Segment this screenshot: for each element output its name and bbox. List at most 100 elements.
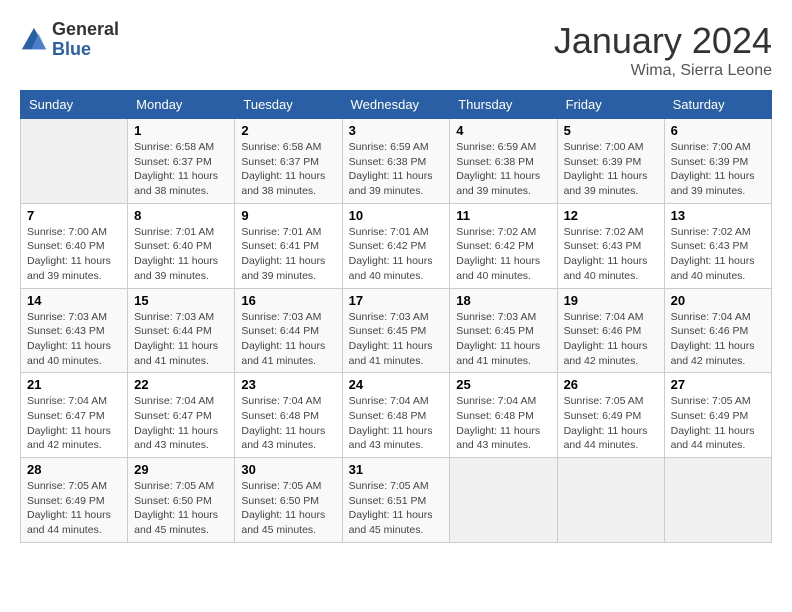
day-number: 24 (349, 377, 444, 392)
calendar-cell: 15 Sunrise: 7:03 AM Sunset: 6:44 PM Dayli… (128, 288, 235, 373)
day-number: 16 (241, 293, 335, 308)
day-info: Sunrise: 7:03 AM Sunset: 6:44 PM Dayligh… (134, 310, 228, 369)
day-number: 5 (564, 123, 658, 138)
day-number: 1 (134, 123, 228, 138)
logo-icon (20, 26, 48, 54)
logo-blue-text: Blue (52, 39, 91, 59)
day-number: 29 (134, 462, 228, 477)
day-info: Sunrise: 7:02 AM Sunset: 6:43 PM Dayligh… (564, 225, 658, 284)
day-number: 7 (27, 208, 121, 223)
calendar-cell: 9Sunrise: 7:01 AM Sunset: 6:41 PM Daylig… (235, 203, 342, 288)
calendar-header-row: SundayMondayTuesdayWednesdayThursdayFrid… (21, 91, 772, 119)
day-of-week-header: Tuesday (235, 91, 342, 119)
day-info: Sunrise: 7:04 AM Sunset: 6:47 PM Dayligh… (134, 394, 228, 453)
calendar-cell: 7 Sunrise: 7:00 AM Sunset: 6:40 PM Daylig… (21, 203, 128, 288)
day-number: 18 (456, 293, 550, 308)
calendar-week-row: 21 Sunrise: 7:04 AM Sunset: 6:47 PM Dayli… (21, 373, 772, 458)
calendar-cell: 3Sunrise: 6:59 AM Sunset: 6:38 PM Daylig… (342, 119, 450, 204)
day-number: 28 (27, 462, 121, 477)
day-number: 13 (671, 208, 765, 223)
day-info: Sunrise: 7:05 AM Sunset: 6:49 PM Dayligh… (27, 479, 121, 538)
calendar-cell: 26 Sunrise: 7:05 AM Sunset: 6:49 PM Dayli… (557, 373, 664, 458)
day-of-week-header: Sunday (21, 91, 128, 119)
page-header: General Blue January 2024 Wima, Sierra L… (20, 20, 772, 80)
day-info: Sunrise: 7:04 AM Sunset: 6:47 PM Dayligh… (27, 394, 121, 453)
day-number: 12 (564, 208, 658, 223)
day-number: 25 (456, 377, 550, 392)
calendar-table: SundayMondayTuesdayWednesdayThursdayFrid… (20, 90, 772, 543)
calendar-cell (664, 458, 771, 543)
calendar-cell (450, 458, 557, 543)
day-info: Sunrise: 6:58 AM Sunset: 6:37 PM Dayligh… (134, 140, 228, 199)
day-number: 20 (671, 293, 765, 308)
logo: General Blue (20, 20, 119, 60)
day-number: 26 (564, 377, 658, 392)
day-number: 9 (241, 208, 335, 223)
day-info: Sunrise: 7:03 AM Sunset: 6:45 PM Dayligh… (456, 310, 550, 369)
day-info: Sunrise: 7:05 AM Sunset: 6:49 PM Dayligh… (671, 394, 765, 453)
day-info: Sunrise: 7:05 AM Sunset: 6:51 PM Dayligh… (349, 479, 444, 538)
day-info: Sunrise: 6:59 AM Sunset: 6:38 PM Dayligh… (349, 140, 444, 199)
calendar-cell: 1 Sunrise: 6:58 AM Sunset: 6:37 PM Daylig… (128, 119, 235, 204)
calendar-week-row: 14Sunrise: 7:03 AM Sunset: 6:43 PM Dayli… (21, 288, 772, 373)
calendar-cell: 20 Sunrise: 7:04 AM Sunset: 6:46 PM Dayli… (664, 288, 771, 373)
day-info: Sunrise: 7:05 AM Sunset: 6:49 PM Dayligh… (564, 394, 658, 453)
day-info: Sunrise: 7:03 AM Sunset: 6:44 PM Dayligh… (241, 310, 335, 369)
day-info: Sunrise: 7:00 AM Sunset: 6:40 PM Dayligh… (27, 225, 121, 284)
day-of-week-header: Monday (128, 91, 235, 119)
day-info: Sunrise: 7:04 AM Sunset: 6:46 PM Dayligh… (564, 310, 658, 369)
day-number: 27 (671, 377, 765, 392)
calendar-cell: 21 Sunrise: 7:04 AM Sunset: 6:47 PM Dayli… (21, 373, 128, 458)
day-number: 21 (27, 377, 121, 392)
calendar-cell: 8 Sunrise: 7:01 AM Sunset: 6:40 PM Daylig… (128, 203, 235, 288)
day-number: 30 (241, 462, 335, 477)
calendar-week-row: 1 Sunrise: 6:58 AM Sunset: 6:37 PM Daylig… (21, 119, 772, 204)
day-info: Sunrise: 7:00 AM Sunset: 6:39 PM Dayligh… (671, 140, 765, 199)
calendar-cell: 6 Sunrise: 7:00 AM Sunset: 6:39 PM Daylig… (664, 119, 771, 204)
day-number: 23 (241, 377, 335, 392)
calendar-week-row: 7 Sunrise: 7:00 AM Sunset: 6:40 PM Daylig… (21, 203, 772, 288)
day-of-week-header: Wednesday (342, 91, 450, 119)
day-number: 2 (241, 123, 335, 138)
day-number: 19 (564, 293, 658, 308)
day-of-week-header: Saturday (664, 91, 771, 119)
day-number: 17 (349, 293, 444, 308)
calendar-cell: 14Sunrise: 7:03 AM Sunset: 6:43 PM Dayli… (21, 288, 128, 373)
day-info: Sunrise: 7:03 AM Sunset: 6:45 PM Dayligh… (349, 310, 444, 369)
day-number: 8 (134, 208, 228, 223)
day-info: Sunrise: 6:58 AM Sunset: 6:37 PM Dayligh… (241, 140, 335, 199)
day-number: 10 (349, 208, 444, 223)
calendar-cell: 11Sunrise: 7:02 AM Sunset: 6:42 PM Dayli… (450, 203, 557, 288)
day-info: Sunrise: 7:05 AM Sunset: 6:50 PM Dayligh… (241, 479, 335, 538)
calendar-cell: 17 Sunrise: 7:03 AM Sunset: 6:45 PM Dayli… (342, 288, 450, 373)
calendar-cell: 19 Sunrise: 7:04 AM Sunset: 6:46 PM Dayli… (557, 288, 664, 373)
calendar-cell: 23 Sunrise: 7:04 AM Sunset: 6:48 PM Dayli… (235, 373, 342, 458)
calendar-cell: 27 Sunrise: 7:05 AM Sunset: 6:49 PM Dayli… (664, 373, 771, 458)
day-of-week-header: Friday (557, 91, 664, 119)
day-number: 4 (456, 123, 550, 138)
calendar-cell: 16 Sunrise: 7:03 AM Sunset: 6:44 PM Dayli… (235, 288, 342, 373)
calendar-cell: 29 Sunrise: 7:05 AM Sunset: 6:50 PM Dayli… (128, 458, 235, 543)
day-of-week-header: Thursday (450, 91, 557, 119)
day-info: Sunrise: 7:05 AM Sunset: 6:50 PM Dayligh… (134, 479, 228, 538)
calendar-week-row: 28 Sunrise: 7:05 AM Sunset: 6:49 PM Dayli… (21, 458, 772, 543)
day-info: Sunrise: 7:01 AM Sunset: 6:40 PM Dayligh… (134, 225, 228, 284)
day-number: 15 (134, 293, 228, 308)
day-number: 6 (671, 123, 765, 138)
calendar-cell: 10 Sunrise: 7:01 AM Sunset: 6:42 PM Dayli… (342, 203, 450, 288)
calendar-cell: 24Sunrise: 7:04 AM Sunset: 6:48 PM Dayli… (342, 373, 450, 458)
day-info: Sunrise: 7:02 AM Sunset: 6:43 PM Dayligh… (671, 225, 765, 284)
day-info: Sunrise: 7:04 AM Sunset: 6:48 PM Dayligh… (456, 394, 550, 453)
location-title: Wima, Sierra Leone (554, 62, 772, 80)
day-info: Sunrise: 6:59 AM Sunset: 6:38 PM Dayligh… (456, 140, 550, 199)
calendar-cell: 25 Sunrise: 7:04 AM Sunset: 6:48 PM Dayli… (450, 373, 557, 458)
day-info: Sunrise: 7:00 AM Sunset: 6:39 PM Dayligh… (564, 140, 658, 199)
calendar-cell: 31Sunrise: 7:05 AM Sunset: 6:51 PM Dayli… (342, 458, 450, 543)
calendar-cell: 18 Sunrise: 7:03 AM Sunset: 6:45 PM Dayli… (450, 288, 557, 373)
calendar-cell: 22Sunrise: 7:04 AM Sunset: 6:47 PM Dayli… (128, 373, 235, 458)
day-info: Sunrise: 7:04 AM Sunset: 6:46 PM Dayligh… (671, 310, 765, 369)
day-info: Sunrise: 7:01 AM Sunset: 6:42 PM Dayligh… (349, 225, 444, 284)
month-title: January 2024 (554, 20, 772, 62)
day-info: Sunrise: 7:04 AM Sunset: 6:48 PM Dayligh… (241, 394, 335, 453)
calendar-cell (557, 458, 664, 543)
